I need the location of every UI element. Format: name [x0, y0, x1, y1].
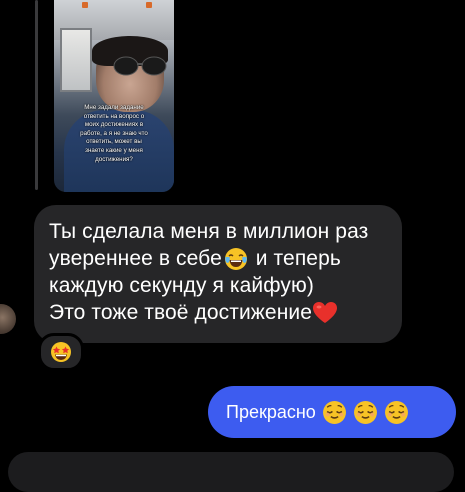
story-background-light	[146, 2, 152, 8]
message-reaction[interactable]	[38, 333, 84, 371]
message-line: Ты сделала меня в миллион раз	[49, 220, 369, 243]
story-reply-quote-bar	[35, 0, 38, 190]
relieved-face-icon	[322, 400, 346, 424]
sender-avatar[interactable]	[0, 304, 16, 334]
message-text: увереннее в себе	[49, 247, 222, 270]
relieved-face-icon	[353, 400, 377, 424]
story-background-light	[82, 2, 88, 8]
message-text: Это тоже твоё достижение	[49, 301, 313, 324]
relieved-face-icon	[384, 400, 408, 424]
message-text: Прекрасно	[226, 401, 316, 422]
star-struck-icon	[51, 342, 71, 362]
message-line: увереннее в себе и теперь	[49, 245, 402, 272]
face-with-tears-of-joy-icon	[224, 248, 247, 271]
message-line: Это тоже твоё достижение	[49, 299, 402, 326]
story-caption: Мне задали задание ответить на вопрос о …	[80, 104, 148, 163]
story-thumbnail[interactable]: Мне задали задание ответить на вопрос о …	[54, 0, 174, 192]
message-text: и теперь	[249, 247, 341, 270]
message-composer-input[interactable]	[8, 452, 454, 492]
message-line: каждую секунду я кайфую)	[49, 274, 314, 297]
incoming-message-bubble[interactable]: Ты сделала меня в миллион раз увереннее …	[34, 205, 402, 343]
sunglasses-icon	[113, 56, 167, 76]
red-heart-icon	[313, 302, 338, 324]
outgoing-message-bubble[interactable]: Прекрасно	[208, 386, 456, 438]
story-background-window	[60, 28, 92, 92]
